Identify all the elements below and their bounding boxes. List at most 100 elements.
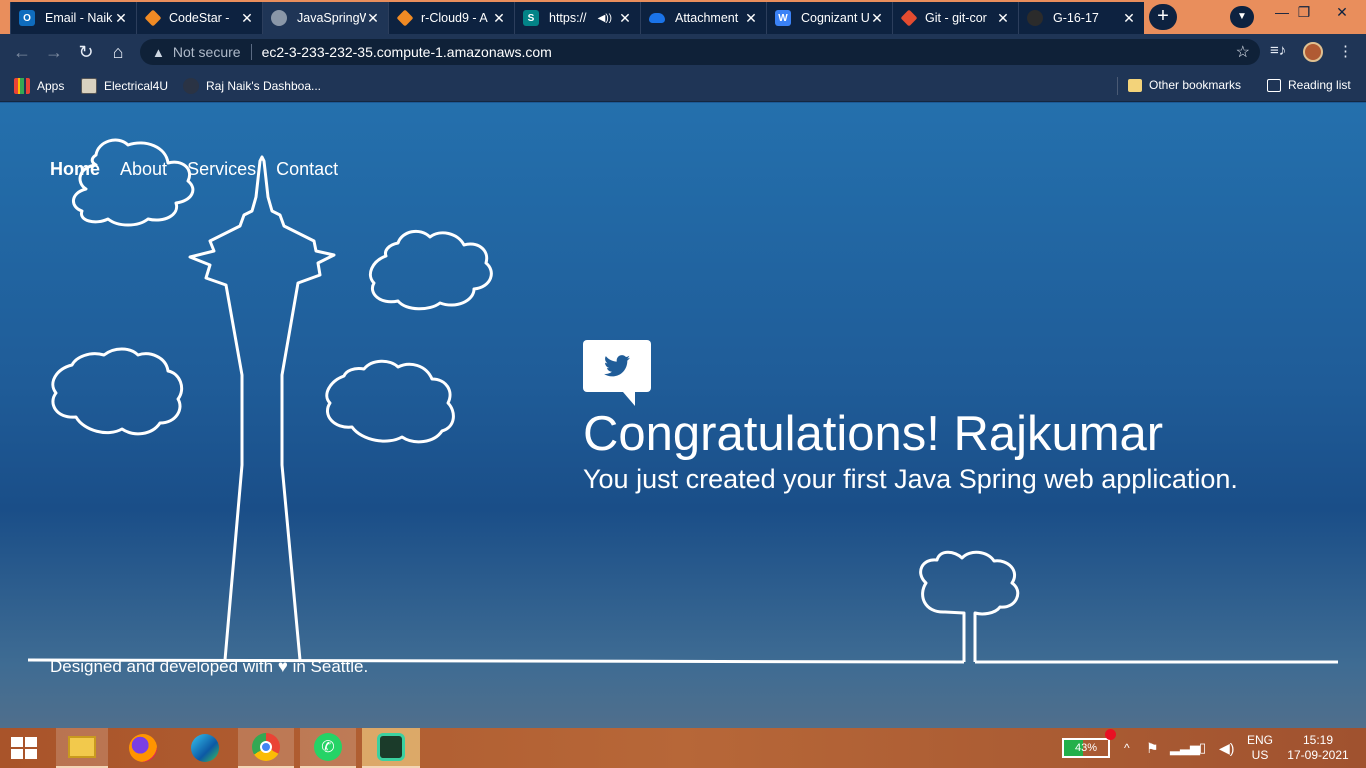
cloud-icon bbox=[325, 359, 455, 444]
new-tab-button[interactable]: + bbox=[1149, 4, 1177, 30]
nav-contact[interactable]: Contact bbox=[276, 159, 338, 180]
tree-icon bbox=[919, 550, 1020, 662]
close-icon[interactable]: ✕ bbox=[870, 10, 884, 27]
webex-icon bbox=[377, 733, 405, 761]
notification-badge bbox=[1105, 729, 1116, 740]
volume-icon[interactable]: ◀) bbox=[1219, 728, 1234, 768]
start-button[interactable] bbox=[0, 728, 48, 768]
space-needle-icon bbox=[188, 155, 336, 661]
taskbar-webex[interactable] bbox=[362, 728, 420, 768]
dashboard-icon bbox=[183, 78, 199, 94]
flag-icon[interactable]: ⚑ bbox=[1146, 728, 1159, 768]
other-bookmarks[interactable]: Other bookmarks bbox=[1128, 78, 1241, 92]
divider bbox=[250, 44, 252, 60]
browser-toolbar: ← → ↻ ⌂ ▲ Not secure ec2-3-233-232-35.co… bbox=[0, 34, 1366, 70]
close-icon[interactable]: ✕ bbox=[492, 10, 506, 27]
tab-javaspring[interactable]: JavaSpringW ✕ bbox=[262, 2, 388, 34]
battery-tray-icon[interactable]: ▯ bbox=[1199, 728, 1206, 768]
taskbar-firefox[interactable] bbox=[119, 728, 167, 768]
bookmark-dashboard[interactable]: Raj Naik's Dashboa... bbox=[183, 78, 321, 94]
cloud-icon bbox=[72, 138, 195, 227]
back-button[interactable]: ← bbox=[10, 40, 34, 64]
tab-codestar[interactable]: CodeStar - ✕ bbox=[136, 2, 262, 34]
tab-strip: O Email - Naik ✕ CodeStar - ✕ JavaSpring… bbox=[0, 0, 1366, 34]
tab-email[interactable]: O Email - Naik ✕ bbox=[10, 2, 136, 34]
page-footer: Designed and developed with ♥ in Seattle… bbox=[50, 657, 369, 676]
close-icon[interactable]: ✕ bbox=[1122, 10, 1136, 27]
aws-icon bbox=[144, 9, 162, 27]
nav-home[interactable]: Home bbox=[50, 159, 100, 180]
bookmark-apps[interactable]: Apps bbox=[14, 78, 64, 94]
bookmark-star-icon[interactable]: ☆ bbox=[1236, 42, 1250, 62]
tab-attachment[interactable]: Attachment ✕ bbox=[640, 2, 766, 34]
tab-github[interactable]: G-16-17 ✕ bbox=[1018, 2, 1144, 34]
github-icon bbox=[1027, 10, 1043, 26]
tab-cognizant[interactable]: W Cognizant U ✕ bbox=[766, 2, 892, 34]
globe-icon bbox=[271, 10, 287, 26]
tab-git[interactable]: Git - git-cor ✕ bbox=[892, 2, 1018, 34]
close-icon[interactable]: ✕ bbox=[744, 10, 758, 27]
hero-section: Congratulations! Rajkumar You just creat… bbox=[583, 340, 1238, 495]
page-subtitle: You just created your first Java Spring … bbox=[583, 464, 1238, 494]
close-icon[interactable]: ✕ bbox=[240, 10, 254, 27]
close-window-icon[interactable]: ✕ bbox=[1322, 4, 1362, 21]
forward-button[interactable]: → bbox=[42, 40, 66, 64]
twitter-bird-icon bbox=[604, 355, 630, 377]
system-clock[interactable]: 15:19 17-09-2021 bbox=[1286, 733, 1350, 763]
speech-bubble bbox=[583, 340, 651, 406]
taskbar-chrome[interactable] bbox=[238, 728, 294, 768]
language-indicator[interactable]: ENG US bbox=[1247, 728, 1273, 768]
nav-about[interactable]: About bbox=[120, 159, 167, 180]
site-nav: Home About Services Contact bbox=[50, 159, 338, 180]
outlook-icon: O bbox=[19, 10, 35, 26]
battery-indicator[interactable]: 43% bbox=[1062, 738, 1110, 758]
taskbar-file-explorer[interactable] bbox=[56, 728, 108, 768]
address-bar[interactable]: ▲ Not secure ec2-3-233-232-35.compute-1.… bbox=[140, 39, 1260, 65]
aws-icon bbox=[396, 9, 414, 27]
url-text[interactable]: ec2-3-233-232-35.compute-1.amazonaws.com bbox=[262, 44, 552, 60]
close-icon[interactable]: ✕ bbox=[618, 10, 632, 27]
media-control-icon[interactable]: ≡♪ bbox=[1270, 42, 1286, 59]
windows-logo-icon bbox=[11, 737, 37, 759]
sharepoint-icon: S bbox=[523, 10, 539, 26]
menu-icon[interactable]: ⋮ bbox=[1338, 42, 1353, 60]
close-icon[interactable]: ✕ bbox=[366, 10, 380, 27]
reading-list[interactable]: Reading list bbox=[1267, 78, 1351, 92]
profile-avatar[interactable] bbox=[1303, 42, 1323, 62]
folder-icon bbox=[68, 736, 96, 758]
home-button[interactable]: ⌂ bbox=[106, 40, 130, 64]
page-title: Congratulations! Rajkumar bbox=[583, 407, 1164, 461]
git-icon bbox=[900, 9, 918, 27]
webex-icon: W bbox=[775, 10, 791, 26]
security-label[interactable]: Not secure bbox=[173, 44, 241, 60]
bookmark-electrical4u[interactable]: Electrical4U bbox=[81, 78, 168, 94]
folder-icon bbox=[1128, 78, 1142, 92]
tab-sharepoint[interactable]: S https:// ◀)) ✕ bbox=[514, 2, 640, 34]
network-icon[interactable]: ▂▃▅ bbox=[1170, 728, 1200, 768]
cloud-icon bbox=[369, 229, 493, 311]
electrical4u-icon bbox=[81, 78, 97, 94]
speaker-icon[interactable]: ◀)) bbox=[598, 13, 612, 24]
firefox-icon bbox=[129, 734, 157, 762]
tab-cloud9[interactable]: r-Cloud9 - A ✕ bbox=[388, 2, 514, 34]
cloud-icon bbox=[51, 347, 184, 436]
onedrive-icon bbox=[649, 13, 665, 23]
bookmarks-bar: Apps Electrical4U Raj Naik's Dashboa... … bbox=[0, 70, 1366, 102]
close-icon[interactable]: ✕ bbox=[996, 10, 1010, 27]
windows-taskbar: ✆ 43% ^ ⚑ ▂▃▅ ▯ ◀) ENG US 15:19 17-09-20… bbox=[0, 728, 1366, 768]
reading-list-icon bbox=[1267, 78, 1281, 92]
warning-icon[interactable]: ▲ bbox=[152, 45, 165, 60]
taskbar-whatsapp[interactable]: ✆ bbox=[300, 728, 356, 768]
nav-services[interactable]: Services bbox=[187, 159, 256, 180]
reload-button[interactable]: ↻ bbox=[74, 40, 98, 64]
whatsapp-icon: ✆ bbox=[314, 733, 342, 761]
divider bbox=[1117, 77, 1118, 95]
taskbar-edge[interactable] bbox=[181, 728, 229, 768]
show-hidden-icons[interactable]: ^ bbox=[1124, 728, 1130, 768]
close-icon[interactable]: ✕ bbox=[114, 10, 128, 27]
tab-search-button[interactable]: ▼ bbox=[1230, 6, 1254, 28]
web-page: Home About Services Contact Congratulati… bbox=[0, 103, 1366, 728]
edge-icon bbox=[191, 734, 219, 762]
restore-icon[interactable]: ❐ bbox=[1284, 4, 1324, 21]
apps-grid-icon bbox=[14, 78, 30, 94]
